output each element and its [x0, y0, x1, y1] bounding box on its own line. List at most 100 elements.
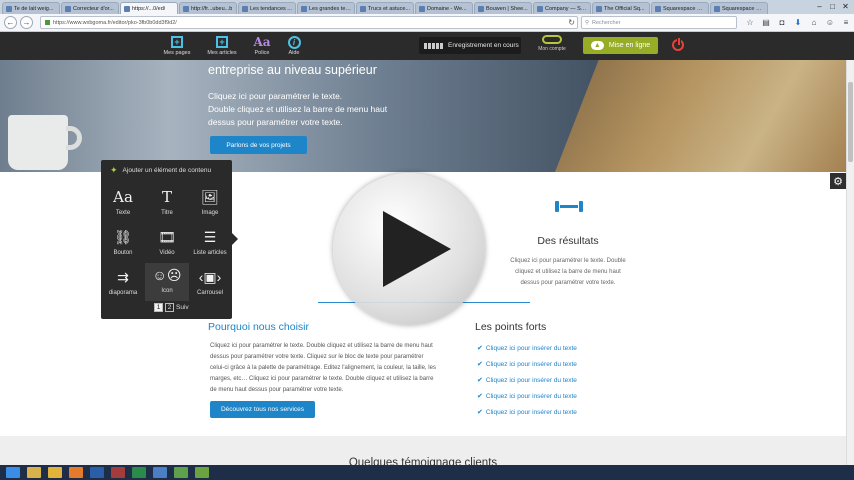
tab-label: Company — Sq... — [545, 5, 587, 12]
image-icon: 🖼 — [201, 188, 219, 205]
browser-tab[interactable]: Squarespace H... — [710, 2, 768, 14]
list-item[interactable]: ✔ Cliquez ici pour insérer du texte — [477, 356, 577, 372]
carousel-icon: ‹▣› — [198, 268, 222, 285]
windows-start-icon[interactable] — [6, 467, 20, 478]
video-icon[interactable] — [111, 467, 125, 478]
gear-icon[interactable]: ⚙ — [830, 173, 846, 189]
chrome-icon[interactable] — [48, 467, 62, 478]
browser-tab-strip: Te de lait weig... Correcteur d'or... ht… — [0, 0, 854, 14]
help-label: Aide — [288, 50, 300, 56]
next-page-button[interactable]: Suiv — [176, 304, 189, 311]
app-icon[interactable] — [174, 467, 188, 478]
download-icon[interactable]: ⬇ — [790, 17, 806, 28]
spreadsheet-icon[interactable] — [132, 467, 146, 478]
reading-list-icon[interactable]: ▤ — [758, 17, 774, 28]
lock-icon — [45, 20, 50, 25]
hero-title[interactable]: entreprise au niveau supérieur — [208, 63, 377, 77]
browser-toolbar: ☆ ▤ ◘ ⬇ ⌂ ☺ ≡ — [742, 17, 854, 28]
browser-tab[interactable]: Trucs et astuce... — [356, 2, 414, 14]
points-title[interactable]: Les points forts — [475, 321, 546, 333]
page-1-button[interactable]: 1 — [154, 303, 163, 312]
add-icon-button[interactable]: ☺☹ Icon — [145, 263, 189, 301]
hero-background-photo — [555, 60, 846, 172]
browser-tab[interactable]: http://fr...ubeu...b — [179, 2, 237, 14]
address-bar[interactable]: https://www.wxbgoma.fr/editor/pko-3fb0b0… — [40, 16, 578, 29]
power-icon[interactable] — [672, 37, 684, 51]
account-button[interactable]: Mon compte — [533, 35, 571, 52]
app-icon[interactable] — [153, 467, 167, 478]
browser-tab[interactable]: Les tendances ... — [238, 2, 296, 14]
mug-photo — [8, 115, 68, 170]
help-button[interactable]: i Aide — [276, 34, 312, 56]
back-button[interactable]: ← — [4, 16, 17, 29]
tab-label: Les grandes ten... — [309, 5, 351, 12]
add-title-button[interactable]: T Titre — [145, 185, 189, 223]
pocket-icon[interactable]: ◘ — [774, 17, 790, 28]
add-article-list-button[interactable]: ☰ Liste articles — [188, 225, 232, 263]
close-icon[interactable]: ✕ — [839, 1, 852, 11]
browser-tab[interactable]: The Official Sq... — [592, 2, 650, 14]
list-item[interactable]: ✔ Cliquez ici pour insérer du texte — [477, 372, 577, 388]
bookmark-star-icon[interactable]: ☆ — [742, 17, 758, 28]
browser-tab[interactable]: Squarespace Cl... — [651, 2, 709, 14]
hero-text[interactable]: Cliquez ici pour paramétrer le texte. Do… — [208, 90, 458, 129]
browser-tab-active[interactable]: https://...0/ed/ — [120, 2, 178, 14]
maximize-icon[interactable]: □ — [826, 1, 839, 11]
chat-icon[interactable]: ☺ — [822, 17, 838, 28]
scroll-thumb[interactable] — [848, 82, 853, 162]
menu-icon[interactable]: ≡ — [838, 17, 854, 28]
upload-cloud-icon: ▲ — [590, 41, 604, 50]
add-content-panel: ✦ Ajouter un élément de contenu Aa Texte… — [101, 160, 238, 319]
results-title[interactable]: Des résultats — [508, 235, 628, 247]
os-taskbar — [0, 465, 854, 480]
url-text: https://www.wxbgoma.fr/editor/pko-3fb0b0… — [53, 19, 177, 26]
photoshop-icon[interactable] — [90, 467, 104, 478]
browser-tab[interactable]: Les grandes ten... — [297, 2, 355, 14]
panel-pagination: 1 2 Suiv — [154, 303, 189, 312]
browser-tab[interactable]: Correcteur d'or... — [61, 2, 119, 14]
results-text[interactable]: Cliquez ici pour paramétrer le texte. Do… — [500, 256, 636, 289]
favicon-icon — [596, 5, 602, 12]
font-button[interactable]: Aa Police — [244, 34, 280, 56]
add-video-button[interactable]: 🎞 Vidéo — [145, 225, 189, 263]
list-item[interactable]: ✔ Cliquez ici pour insérer du texte — [477, 404, 577, 420]
page-scrollbar[interactable] — [846, 60, 854, 465]
browser-tab[interactable]: Company — Sq... — [533, 2, 591, 14]
favicon-icon — [65, 5, 71, 12]
why-text[interactable]: Cliquez ici pour paramétrer le texte. Do… — [210, 341, 456, 396]
minimize-icon[interactable]: – — [813, 1, 826, 11]
add-carousel-button[interactable]: ‹▣› Carrousel — [188, 265, 232, 303]
play-button[interactable] — [333, 173, 485, 325]
app-icon[interactable] — [195, 467, 209, 478]
list-item[interactable]: ✔ Cliquez ici pour insérer du texte — [477, 388, 577, 404]
browser-tab[interactable]: Domaine - We... — [415, 2, 473, 14]
check-icon: ✔ — [477, 393, 483, 400]
browser-tab[interactable]: Bouwen | Shee... — [474, 2, 532, 14]
my-articles-button[interactable]: + Mes articles — [204, 34, 240, 56]
my-pages-label: Mes pages — [163, 50, 191, 56]
home-icon[interactable]: ⌂ — [806, 17, 822, 28]
firefox-icon[interactable] — [69, 467, 83, 478]
tab-label: https://...0/ed/ — [132, 5, 166, 12]
my-pages-button[interactable]: + Mes pages — [159, 34, 195, 56]
favicon-icon — [419, 5, 425, 12]
forward-button[interactable]: → — [20, 16, 33, 29]
hero-cta-button[interactable]: Parlons de vos projets — [210, 136, 307, 154]
add-page-icon: + — [159, 34, 195, 50]
page-2-button[interactable]: 2 — [165, 303, 174, 312]
add-slideshow-button[interactable]: ⇉ diaporama — [101, 265, 145, 303]
favicon-icon — [360, 5, 366, 12]
list-icon: ☰ — [203, 228, 217, 245]
add-image-button[interactable]: 🖼 Image — [188, 185, 232, 223]
refresh-icon[interactable]: ↻ — [568, 18, 575, 27]
add-button-button[interactable]: ⛓ Bouton — [101, 225, 145, 263]
publish-button[interactable]: ▲ Mise en ligne — [583, 37, 658, 54]
search-input[interactable]: ⚲ Rechercher — [581, 16, 737, 29]
services-button[interactable]: Découvrez tous nos services — [210, 401, 315, 418]
why-title[interactable]: Pourquoi nous choisir — [208, 321, 309, 333]
browser-tab[interactable]: Te de lait weig... — [2, 2, 60, 14]
list-item[interactable]: ✔ Cliquez ici pour insérer du texte — [477, 340, 577, 356]
folder-icon[interactable] — [27, 467, 41, 478]
add-text-button[interactable]: Aa Texte — [101, 185, 145, 223]
tab-label: Correcteur d'or... — [73, 5, 114, 12]
